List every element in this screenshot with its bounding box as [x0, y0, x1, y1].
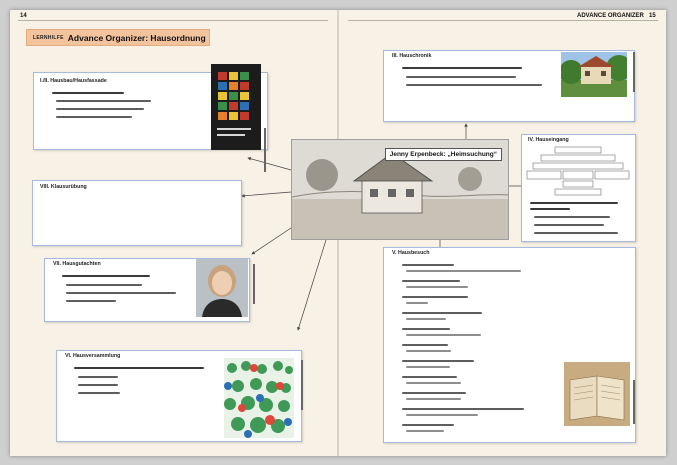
- text-line: [56, 116, 132, 118]
- narrative-diagram-icon: [526, 146, 630, 196]
- center-house-sketch: Jenny Erpenbeck: „Heimsuchung“: [291, 139, 509, 240]
- center-book-label: Jenny Erpenbeck: „Heimsuchung“: [384, 148, 502, 161]
- text-line: [66, 292, 176, 294]
- book-cover: [211, 64, 261, 150]
- text-line: [530, 208, 570, 210]
- text-line: [78, 376, 118, 378]
- text-line: [534, 224, 604, 226]
- crowd-illustration: [224, 358, 294, 438]
- house-photo: [561, 52, 627, 97]
- book-spread: 14 ADVANCE ORGANIZER 15 LERNHILFE Advanc…: [10, 10, 666, 456]
- text-line: [62, 275, 150, 277]
- author-portrait: [196, 259, 248, 317]
- text-line: [534, 216, 610, 218]
- text-line: [66, 284, 142, 286]
- rotated-caption: [632, 380, 638, 430]
- open-book-icon: [564, 362, 630, 426]
- rotated-caption: [300, 360, 306, 416]
- rotated-caption: [632, 52, 638, 100]
- section-title-hausgutachten: VII. Hausgutachten: [53, 261, 101, 267]
- section-title-hauschronik: III. Hauschronik: [392, 53, 432, 59]
- text-line: [56, 108, 144, 110]
- section-title-klausurubung: VIII. Klausurübung: [40, 184, 87, 190]
- text-line: [66, 300, 116, 302]
- text-line: [78, 384, 118, 386]
- section-title-hausbesuch: V. Hausbesuch: [392, 250, 430, 256]
- section-title-hauseingang: IV. Hauseingang: [528, 137, 569, 143]
- section-title-hausbau: I./II. Hausbau/Hausfassade: [40, 78, 107, 84]
- crowd-illustration-icon: [224, 358, 294, 438]
- rotated-caption: [252, 264, 258, 308]
- text-line: [78, 392, 120, 394]
- text-line: [52, 92, 124, 94]
- text-line: [402, 67, 522, 69]
- portrait-icon: [196, 259, 248, 317]
- rotated-caption: [263, 128, 269, 188]
- section-title-hausversammlung: VI. Hausversammlung: [65, 353, 121, 359]
- open-book-photo: [564, 362, 630, 426]
- text-line: [56, 100, 151, 102]
- text-line: [406, 84, 542, 86]
- text-line: [74, 367, 204, 369]
- text-line: [534, 232, 618, 234]
- text-line: [406, 76, 516, 78]
- text-line: [530, 202, 618, 204]
- book-cover-icon: [211, 64, 261, 150]
- house-photo-icon: [561, 52, 627, 97]
